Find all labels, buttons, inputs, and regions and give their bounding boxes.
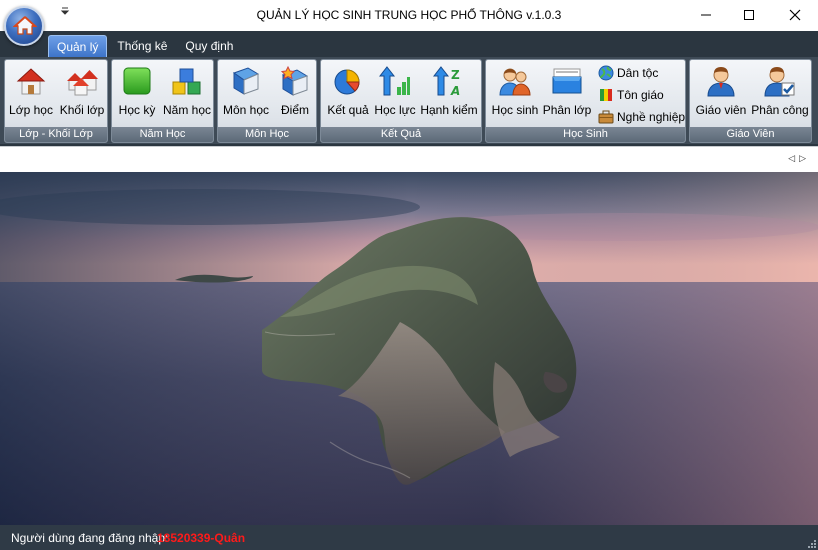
close-icon[interactable] <box>772 0 818 30</box>
green-square-icon <box>123 67 151 95</box>
dan-toc-button[interactable]: Dân tộc <box>598 63 658 83</box>
ribbon-groups: Lớp học Khối lớp Lớp - Khối Lớp Học kỳ N… <box>0 57 818 144</box>
group-label-mon-hoc: Môn Học <box>218 127 316 142</box>
tab-quan-ly[interactable]: Quản lý <box>48 35 108 57</box>
status-bar: Người dùng đang đăng nhập: 18520339-Quân <box>0 525 818 550</box>
group-label-hoc-sinh: Học Sinh <box>486 127 685 142</box>
assign-teacher-icon <box>764 67 795 97</box>
mon-hoc-button[interactable]: Môn học <box>220 62 272 126</box>
users-icon <box>499 68 531 96</box>
giao-vien-label: Giáo viên <box>695 103 747 117</box>
tab-thong-ke[interactable]: Thống kê <box>109 35 175 57</box>
nghe-nghiep-label: Nghề nghiệp <box>617 110 686 124</box>
folder-icon <box>552 68 582 94</box>
house-icon <box>16 68 46 95</box>
book-icon <box>232 67 260 95</box>
star-book-icon <box>280 65 309 96</box>
group-lop-khoi-lop: Lớp học Khối lớp Lớp - Khối Lớp <box>4 59 108 143</box>
hanh-kiem-label: Hạnh kiểm <box>420 103 478 117</box>
hoc-ky-button[interactable]: Học kỳ <box>114 62 160 126</box>
diem-label: Điểm <box>280 103 309 117</box>
group-giao-vien: Giáo viên Phân công Giáo Viên <box>689 59 812 143</box>
logged-in-label: Người dùng đang đăng nhập: <box>11 531 169 545</box>
globe-icon <box>598 65 614 81</box>
maximize-icon[interactable] <box>726 0 772 30</box>
hoc-luc-label: Học lực <box>374 103 416 117</box>
sort-az-icon: Z A <box>433 66 460 97</box>
hoc-sinh-button[interactable]: Học sinh <box>490 62 540 126</box>
hoc-luc-button[interactable]: Học lực <box>373 62 417 126</box>
lop-hoc-label: Lớp học <box>9 103 53 117</box>
title-bar: QUẢN LÝ HỌC SINH TRUNG HỌC PHỔ THÔNG v.1… <box>0 0 818 31</box>
scroll-right-icon[interactable]: ▷ <box>799 153 810 163</box>
home-icon <box>13 16 37 35</box>
ket-qua-button[interactable]: Kết quả <box>325 62 371 126</box>
pie-chart-icon <box>334 69 360 95</box>
doc-nav: ◁▷ <box>788 153 810 164</box>
resize-grip-icon[interactable] <box>806 538 816 548</box>
nghe-nghiep-button[interactable]: Nghề nghiệp <box>598 107 685 127</box>
group-label-giao-vien: Giáo Viên <box>690 127 811 142</box>
phan-lop-button[interactable]: Phân lớp <box>542 62 592 126</box>
group-label-lop-khoi-lop: Lớp - Khối Lớp <box>5 127 107 142</box>
background-wallpaper <box>0 172 818 525</box>
group-label-nam-hoc: Năm Học <box>112 127 213 142</box>
flag-icon <box>600 89 612 101</box>
group-ket-qua: Kết quả Học lực Z A Hạnh kiểm Kết Quả <box>320 59 482 143</box>
cubes-icon <box>172 68 201 95</box>
nam-hoc-button[interactable]: Năm học <box>162 62 212 126</box>
group-hoc-sinh: Học sinh Phân lớp Dân tộc Tôn giáo Nghề … <box>485 59 686 143</box>
document-tab-strip: ◁▷ <box>0 146 818 172</box>
logged-in-user: 18520339-Quân <box>157 531 246 545</box>
scroll-left-icon[interactable]: ◁ <box>788 153 799 163</box>
ton-giao-button[interactable]: Tôn giáo <box>598 85 664 105</box>
briefcase-icon <box>598 110 614 124</box>
khoi-lop-button[interactable]: Khối lớp <box>57 62 107 126</box>
ket-qua-label: Kết quả <box>327 103 369 117</box>
hanh-kiem-button[interactable]: Z A Hạnh kiểm <box>419 62 479 126</box>
nam-hoc-label: Năm học <box>162 103 212 117</box>
phan-cong-button[interactable]: Phân công <box>750 62 810 126</box>
app-menu-button[interactable] <box>4 6 44 46</box>
hoc-sinh-label: Học sinh <box>491 103 539 117</box>
ribbon-tabs: Quản lý Thống kê Quy định <box>48 35 243 57</box>
teacher-icon <box>707 67 735 97</box>
ton-giao-label: Tôn giáo <box>617 88 664 102</box>
dan-toc-label: Dân tộc <box>617 66 659 80</box>
phan-cong-label: Phân công <box>751 103 809 117</box>
lop-hoc-button[interactable]: Lớp học <box>7 62 55 126</box>
svg-text:Z: Z <box>451 68 460 82</box>
up-arrow-bars-icon <box>379 66 410 96</box>
hoc-ky-label: Học kỳ <box>118 103 156 117</box>
svg-text:A: A <box>450 84 460 97</box>
diem-button[interactable]: Điểm <box>274 62 316 126</box>
wallpaper-image <box>0 172 818 525</box>
houses-icon <box>67 70 98 96</box>
giao-vien-button[interactable]: Giáo viên <box>694 62 748 126</box>
minimize-icon[interactable] <box>683 0 729 30</box>
phan-lop-label: Phân lớp <box>542 103 592 117</box>
ribbon: Quản lý Thống kê Quy định Lớp học Khối l… <box>0 31 818 146</box>
khoi-lop-label: Khối lớp <box>59 103 105 117</box>
group-label-ket-qua: Kết Quả <box>321 127 481 142</box>
mon-hoc-label: Môn học <box>222 103 270 117</box>
group-nam-hoc: Học kỳ Năm học Năm Học <box>111 59 214 143</box>
group-mon-hoc: Môn học Điểm Môn Học <box>217 59 317 143</box>
tab-quy-dinh[interactable]: Quy định <box>177 35 241 57</box>
